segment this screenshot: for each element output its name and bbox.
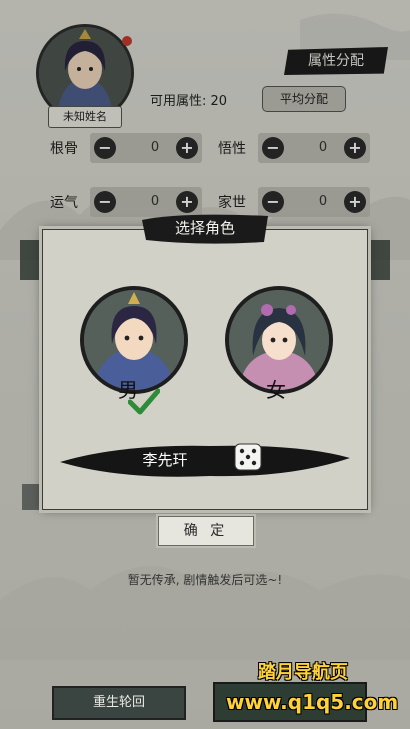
- female-label: 女: [266, 378, 286, 402]
- dialog-title: 选择角色: [174, 219, 235, 237]
- watermark-title: 踏月导航页: [258, 662, 348, 683]
- checkmark-icon: [128, 388, 160, 415]
- character-name: 李先玕: [142, 451, 188, 469]
- no-inheritance-hint: 暂无传承, 剧情触发后可选~!: [127, 573, 283, 587]
- random-name-dice-icon[interactable]: [234, 443, 262, 471]
- rebirth-button[interactable]: 重生轮回: [52, 686, 186, 720]
- confirm-button[interactable]: 确 定: [158, 516, 254, 546]
- watermark-url: www.q1q5.com: [226, 690, 399, 714]
